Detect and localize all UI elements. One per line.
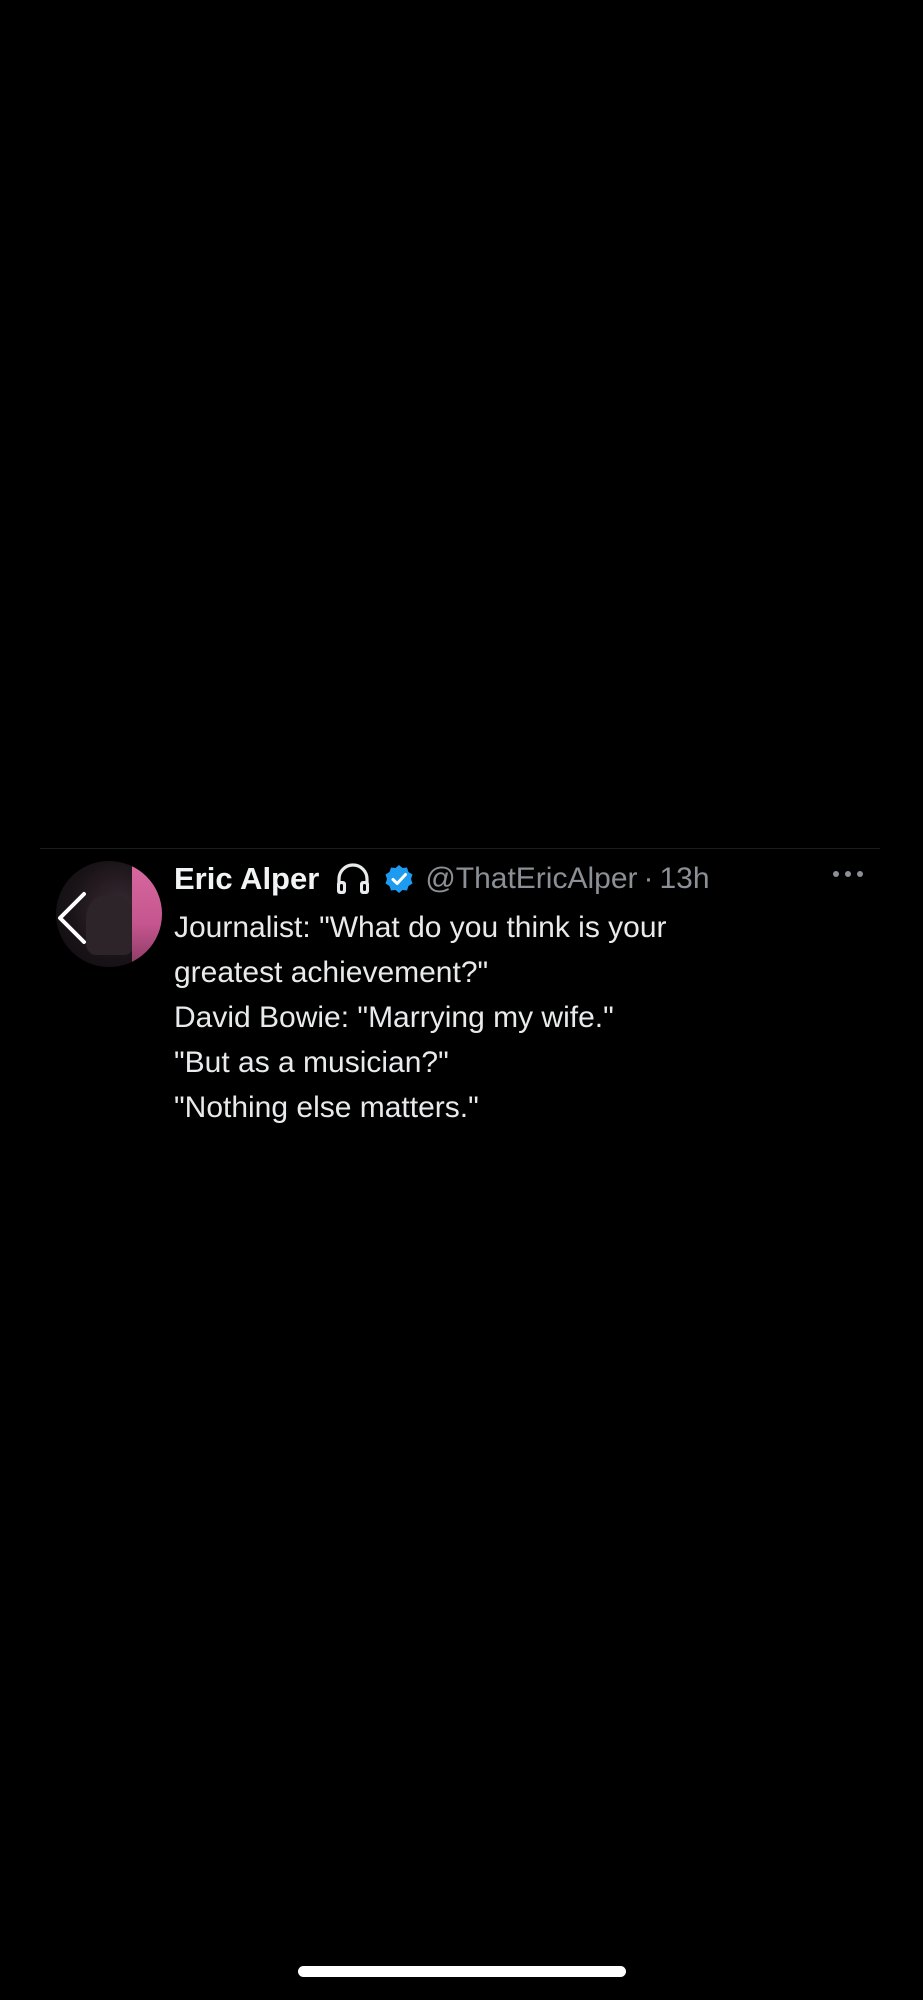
tweet-text: Journalist: "What do you think is your g… [174,905,854,1130]
user-handle[interactable]: @ThatEricAlper [425,862,637,896]
tweet-header: Eric Alper @ThatEricAlper · 13h [174,859,710,899]
header-separator: · [643,862,654,895]
tweet-card: Eric Alper @ThatEricAlper · 13h Journali… [40,848,880,1149]
headphones-icon [333,859,373,899]
image-viewer: Eric Alper @ThatEricAlper · 13h Journali… [0,0,923,2000]
chevron-left-icon[interactable] [52,890,92,946]
display-name[interactable]: Eric Alper [174,861,319,897]
tweet-text-line: David Bowie: "Marrying my wife." [174,1001,614,1034]
home-indicator[interactable] [298,1966,626,1977]
avatar-figure [86,895,134,955]
more-horizontal-icon[interactable] [830,867,866,881]
verified-badge-icon [383,863,415,895]
tweet-text-line: "But as a musician?" [174,1046,449,1079]
timestamp[interactable]: 13h [660,862,710,896]
tweet-text-line: greatest achievement?" [174,956,489,989]
tweet-text-line: "Nothing else matters." [174,1091,479,1124]
avatar-accent [132,861,162,967]
tweet-text-line: Journalist: "What do you think is your [174,911,667,944]
